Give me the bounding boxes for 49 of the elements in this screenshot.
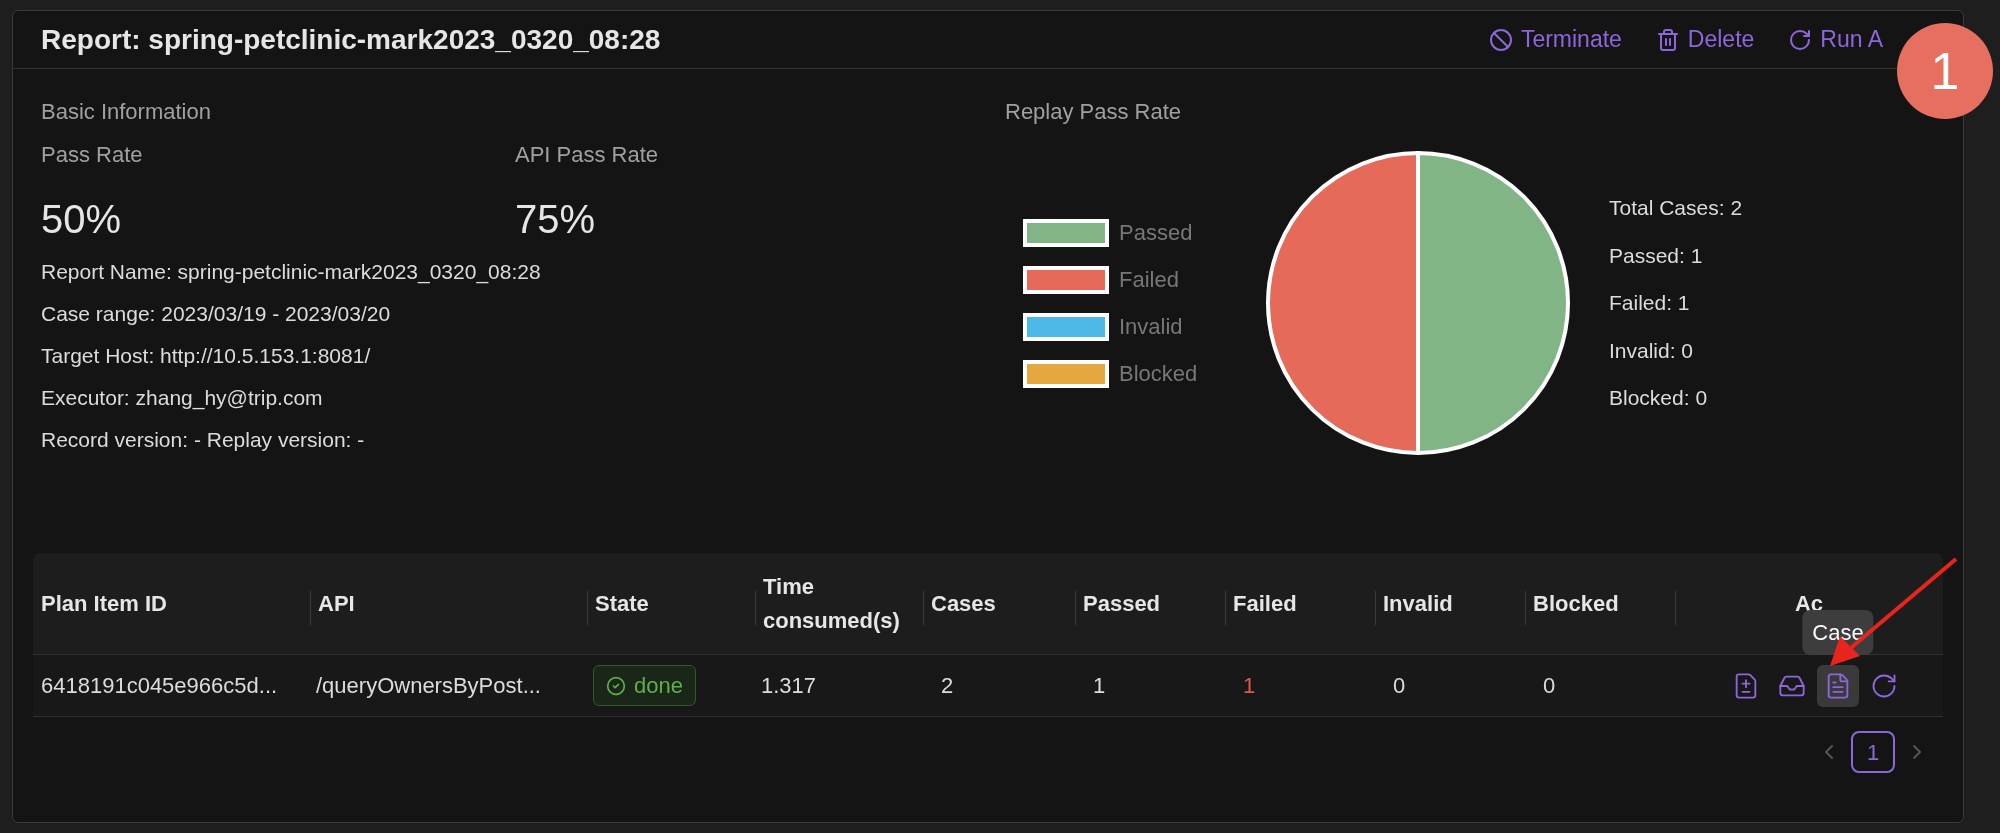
row-action-button[interactable] [1817,664,1859,707]
metric-value: 75% [515,196,597,243]
header-action-link[interactable]: Terminate [1488,22,1622,57]
column-header: Failed [1233,590,1297,618]
table-cell: 1.317 [761,673,817,698]
stat-line: Total Cases: 2 [1609,195,1743,222]
table-cell: 2 [941,673,954,698]
check-circle-icon [606,675,626,696]
column-header: Time consumed(s) [763,572,901,635]
legend-label: Failed [1119,266,1179,294]
column-header: Blocked [1533,590,1619,618]
metric-value: 50% [41,196,123,243]
report-title: Report: spring-petclinic-mark2023_0320_08:28 [41,22,661,57]
table-cell: 6418191c045e966c5d... [41,673,278,698]
metric-label: API Pass Rate [515,141,660,169]
header-action-link[interactable]: Run A [1788,22,1883,57]
trash-icon [1655,27,1680,52]
detail-line: Target Host: http://10.5.153.1:8081/ [41,343,372,369]
detail-line: Executor: zhang_hy@trip.com [41,385,324,412]
column-header: Cases [931,590,996,618]
table-cell: 0 [1543,673,1556,698]
status-tag: done [593,665,696,706]
section-title: Basic Information [41,98,212,126]
table-cell: /queryOwnersByPost... [316,673,541,698]
table-cell: 1 [1243,673,1256,698]
annotation-badge: 1 [1897,23,1993,119]
legend-label: Blocked [1119,360,1198,388]
column-header: State [595,590,649,618]
header-action-link[interactable]: Delete [1655,22,1755,57]
detail-line: Case range: 2023/03/19 - 2023/03/20 [41,301,392,327]
column-header: Invalid [1383,590,1453,618]
legend-label: Passed [1119,219,1193,247]
refresh-icon [1788,27,1813,52]
column-header: Plan Item ID [41,590,167,618]
column-header: API [318,590,355,618]
stat-line: Passed: 1 [1609,242,1704,269]
metric-label: Pass Rate [41,141,144,169]
section-title: Replay Pass Rate [1005,98,1183,126]
page-button[interactable]: 1 [1851,731,1895,773]
forbidden-icon [1488,27,1513,52]
stat-line: Invalid: 0 [1609,337,1695,364]
detail-line: Report Name: spring-petclinic-mark2023_0320_08:28 [41,259,542,286]
column-header: Passed [1083,590,1161,618]
stat-line: Failed: 1 [1609,290,1691,317]
detail-line: Record version: - Replay version: - [41,427,366,453]
table-cell: 1 [1093,673,1106,698]
stat-line: Blocked: 0 [1609,385,1709,412]
legend-label: Invalid [1119,313,1183,341]
table-cell: 0 [1393,673,1406,698]
